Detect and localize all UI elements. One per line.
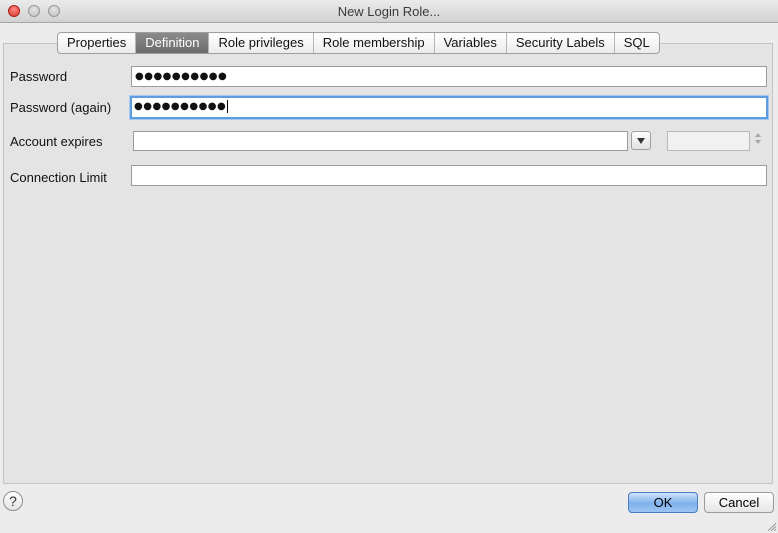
password-label: Password [10, 69, 68, 84]
tab-properties[interactable]: Properties [58, 33, 137, 53]
text-caret [227, 99, 229, 113]
password-again-value: ●●●●●●●●●● [134, 101, 227, 112]
ok-button[interactable]: OK [628, 492, 698, 513]
date-dropdown-button[interactable] [631, 131, 651, 150]
time-spinner[interactable] [752, 131, 763, 151]
cancel-button[interactable]: Cancel [704, 492, 774, 513]
password-field[interactable]: ●●●●●●●●●● [131, 66, 767, 87]
tab-security-labels[interactable]: Security Labels [507, 33, 615, 53]
password-again-field[interactable]: ●●●●●●●●●● [130, 96, 768, 119]
spin-down-icon[interactable] [754, 140, 761, 144]
account-expires-time-field[interactable] [667, 131, 750, 151]
spin-up-icon[interactable] [754, 133, 761, 137]
tab-bar: Properties Definition Role privileges Ro… [57, 32, 660, 54]
help-button[interactable]: ? [3, 491, 23, 511]
title-bar: New Login Role... [0, 0, 778, 23]
resize-grip-icon[interactable] [766, 521, 776, 531]
tab-sql[interactable]: SQL [615, 33, 659, 53]
window-title: New Login Role... [337, 4, 441, 19]
password-again-label: Password (again) [10, 100, 112, 115]
account-expires-date-field[interactable] [133, 131, 628, 151]
tab-role-membership[interactable]: Role membership [314, 33, 435, 53]
tab-variables[interactable]: Variables [435, 33, 507, 53]
tab-definition[interactable]: Definition [136, 33, 210, 53]
tab-role-privileges[interactable]: Role privileges [209, 33, 314, 53]
connection-limit-label: Connection Limit [10, 170, 107, 185]
chevron-down-icon [637, 138, 645, 144]
account-expires-label: Account expires [10, 134, 103, 149]
connection-limit-field[interactable] [131, 165, 767, 186]
